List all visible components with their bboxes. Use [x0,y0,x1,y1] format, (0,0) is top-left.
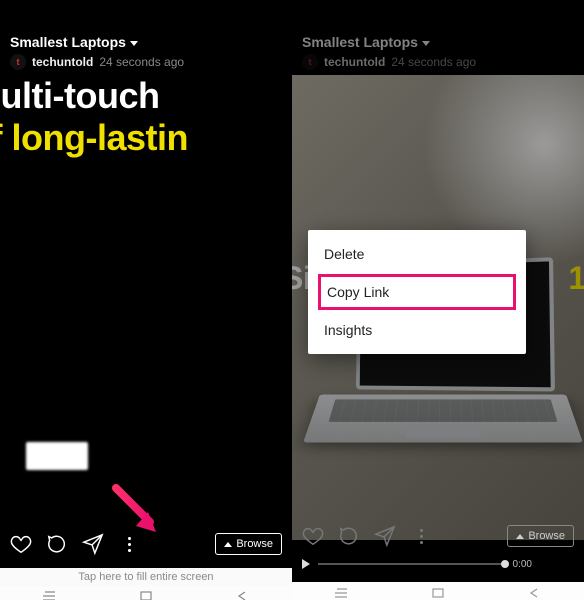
chevron-down-icon [130,41,138,46]
like-icon[interactable] [10,533,32,555]
more-options-icon[interactable] [410,525,432,547]
comment-icon[interactable] [338,525,360,547]
avatar[interactable]: t [10,54,26,70]
browse-label: Browse [528,530,565,542]
menu-item-copy-link[interactable]: Copy Link [318,274,516,310]
timestamp-label: 24 seconds ago [391,55,476,69]
more-options-icon[interactable] [118,533,140,555]
system-nav-bar [0,586,292,600]
video-progress[interactable]: 0:00 [302,558,532,570]
chevron-up-icon [224,542,232,547]
story-title-dropdown[interactable]: Smallest Laptops [302,34,574,50]
like-icon[interactable] [302,525,324,547]
play-icon[interactable] [302,559,310,569]
story-title: Smallest Laptops [10,34,126,50]
username-label[interactable]: techuntold [32,55,93,69]
back-icon[interactable] [528,585,542,597]
story-action-bar: Browse [292,516,584,556]
menu-item-delete[interactable]: Delete [308,236,526,272]
browse-button[interactable]: Browse [507,525,574,547]
story-action-bar: Browse [0,524,292,564]
back-icon[interactable] [236,588,250,598]
recents-icon[interactable] [42,588,56,598]
menu-item-insights[interactable]: Insights [308,312,526,348]
username-label[interactable]: techuntold [324,55,385,69]
chevron-up-icon [516,534,524,539]
playback-time: 0:00 [513,559,532,570]
right-screenshot: Smallest Laptops t techuntold 24 seconds… [292,0,584,600]
story-text-line2: s of long-lastin [0,117,188,159]
story-title-dropdown[interactable]: Smallest Laptops [10,34,282,50]
left-screenshot: Smallest Laptops t techuntold 24 seconds… [0,0,292,600]
options-menu: Delete Copy Link Insights [308,230,526,354]
share-icon[interactable] [374,525,396,547]
story-content[interactable]: a multi-touch s of long-lastin [0,75,292,540]
share-icon[interactable] [82,533,104,555]
progress-track[interactable] [318,563,505,565]
status-bar [0,0,292,30]
redacted-block [26,442,88,470]
avatar[interactable]: t [302,54,318,70]
home-icon[interactable] [139,588,153,598]
system-nav-bar [292,582,584,600]
browse-label: Browse [236,538,273,550]
chevron-down-icon [422,41,430,46]
status-bar [292,0,584,30]
browse-button[interactable]: Browse [215,533,282,555]
fill-screen-hint[interactable]: Tap here to fill entire screen [0,568,292,586]
progress-thumb[interactable] [501,560,509,568]
story-text-line1: a multi-touch [0,75,188,117]
story-title: Smallest Laptops [302,34,418,50]
timestamp-label: 24 seconds ago [99,55,184,69]
recents-icon[interactable] [334,585,348,597]
home-icon[interactable] [431,585,445,597]
comment-icon[interactable] [46,533,68,555]
